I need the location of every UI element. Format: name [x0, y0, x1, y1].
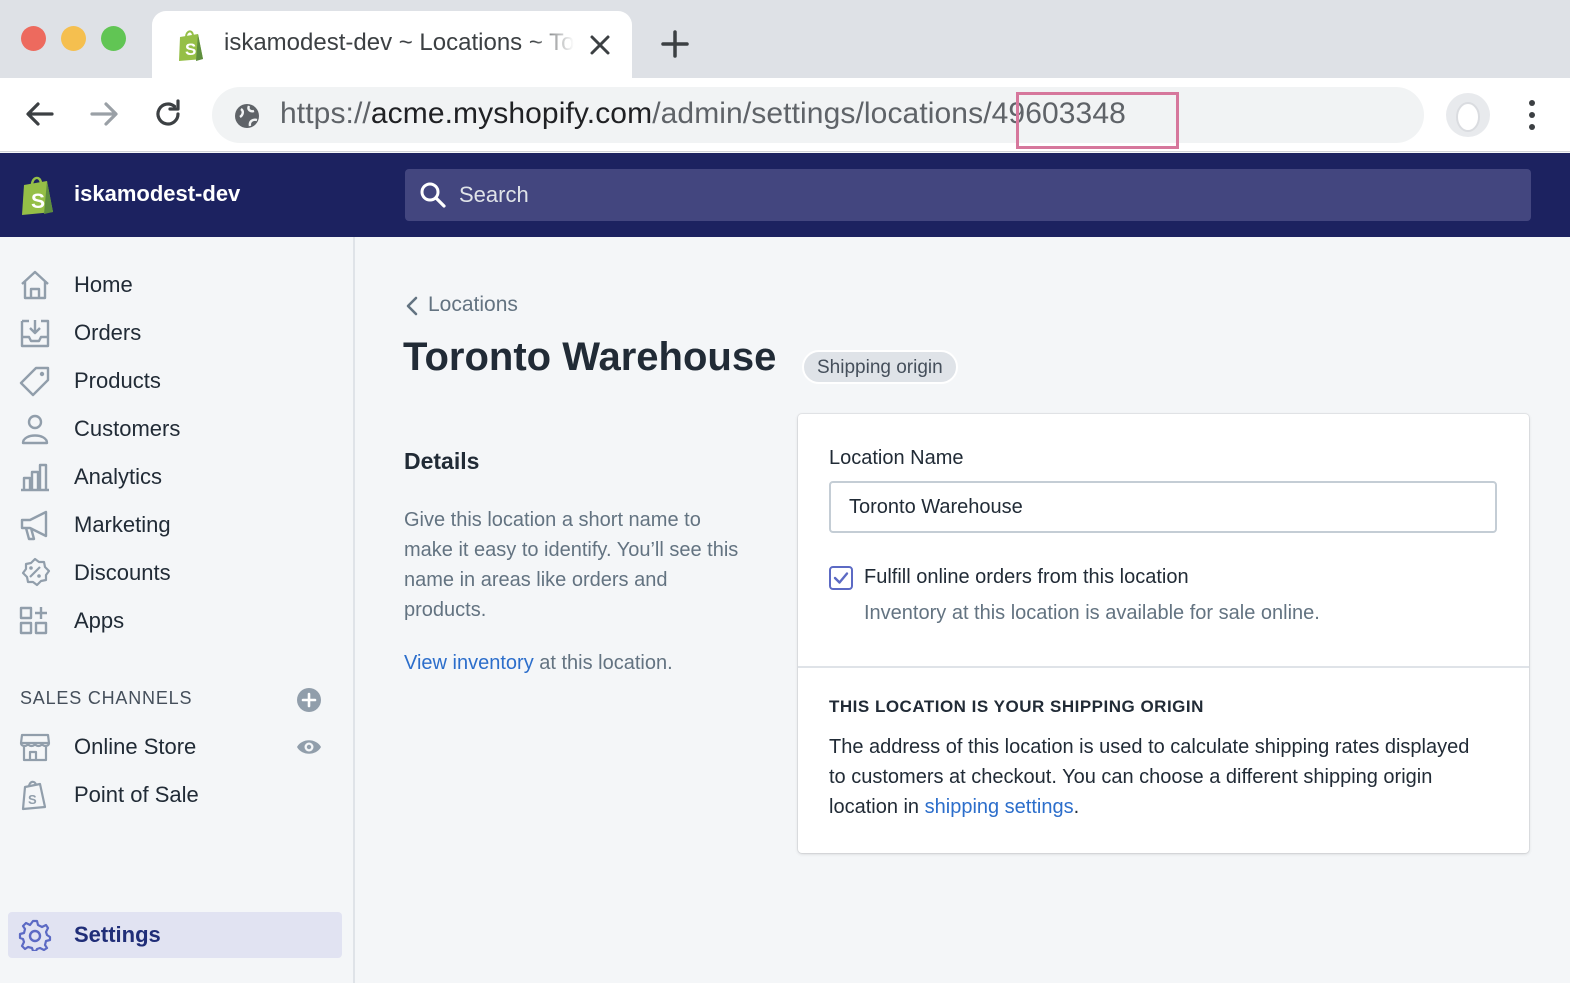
- maximize-window-button[interactable]: [101, 26, 126, 51]
- fulfill-online-checkbox[interactable]: [829, 566, 853, 590]
- pos-icon: S: [21, 780, 47, 811]
- sidebar-item-label: Apps: [74, 608, 125, 633]
- chevron-left-icon: [406, 296, 418, 316]
- sidebar-item-label: Products: [74, 368, 161, 393]
- tag-icon: [19, 366, 50, 397]
- admin-topbar: S iskamodest-dev: [0, 153, 1570, 237]
- home-icon: [21, 270, 49, 300]
- card-divider: [798, 666, 1529, 668]
- sidebar-item-customers[interactable]: Customers: [8, 406, 342, 452]
- gear-icon: [18, 919, 52, 951]
- url-prefix: https://: [280, 97, 371, 130]
- search-input[interactable]: [459, 169, 1519, 221]
- sidebar-item-label: Analytics: [74, 464, 163, 489]
- breadcrumb-label: Locations: [428, 293, 518, 316]
- status-badge: Shipping origin: [802, 350, 958, 384]
- view-inventory-link[interactable]: View inventory: [404, 652, 534, 674]
- sidebar-item-label: Settings: [74, 922, 161, 947]
- sidebar-item-home[interactable]: Home: [8, 262, 342, 308]
- minimize-window-button[interactable]: [61, 26, 86, 51]
- checkmark-icon: [833, 572, 849, 584]
- megaphone-icon: [20, 510, 48, 541]
- sidebar-item-point-of-sale[interactable]: S Point of Sale: [8, 772, 342, 818]
- location-name-label: Location Name: [829, 447, 964, 469]
- sidebar-item-label: Orders: [74, 320, 142, 345]
- location-name-field[interactable]: [829, 481, 1497, 533]
- sidebar-item-orders[interactable]: Orders: [8, 310, 342, 356]
- avatar-icon: [1456, 102, 1480, 132]
- sales-channels-heading: SALES CHANNELS: [20, 688, 193, 708]
- view-inventory-suffix: at this location.: [533, 652, 673, 674]
- fulfill-online-label[interactable]: Fulfill online orders from this location: [864, 566, 1189, 589]
- shopify-favicon-icon: S: [179, 30, 203, 61]
- close-tab-icon[interactable]: [586, 31, 614, 59]
- details-description: Give this location a short name to make …: [404, 509, 739, 621]
- profile-avatar[interactable]: [1446, 93, 1490, 137]
- tab-title: iskamodest-dev ~ Locations ~ Toronto War…: [224, 29, 574, 56]
- location-card: Location Name Fulfill online orders from…: [798, 414, 1529, 853]
- shop-name[interactable]: iskamodest-dev: [74, 181, 240, 207]
- sidebar-item-label: Point of Sale: [74, 782, 199, 807]
- shopify-logo-icon: S: [22, 176, 53, 215]
- back-arrow-icon[interactable]: [22, 96, 58, 132]
- shipping-settings-link[interactable]: shipping settings: [925, 796, 1074, 818]
- apps-icon: [19, 606, 48, 635]
- sidebar-item-label: Customers: [74, 416, 181, 441]
- sidebar-item-label: Online Store: [74, 734, 197, 759]
- globe-icon: [235, 104, 259, 128]
- sidebar-item-label: Discounts: [74, 560, 171, 585]
- shipping-origin-text: The address of this location is used to …: [829, 732, 1489, 822]
- page-title: Toronto Warehouse: [403, 335, 777, 379]
- orders-icon: [20, 319, 50, 348]
- sidebar-item-marketing[interactable]: Marketing: [8, 502, 342, 548]
- browser-tab-bar: S iskamodest-dev ~ Locations ~ Toronto W…: [0, 0, 1570, 79]
- search-bar[interactable]: [405, 169, 1531, 221]
- sidebar-item-products[interactable]: Products: [8, 358, 342, 404]
- bar-chart-icon: [21, 463, 49, 492]
- view-inventory-line: View inventory at this location.: [404, 648, 673, 678]
- add-channel-icon[interactable]: [296, 687, 322, 713]
- new-tab-icon[interactable]: [660, 29, 690, 59]
- sidebar-item-settings[interactable]: Settings: [8, 912, 342, 958]
- person-icon: [21, 414, 49, 445]
- browser-menu-icon[interactable]: [1518, 96, 1546, 134]
- shipping-origin-period: .: [1073, 796, 1080, 818]
- search-icon: [420, 182, 446, 208]
- svg-text:S: S: [28, 792, 37, 807]
- address-bar[interactable]: https://acme.myshopify.com/admin/setting…: [212, 87, 1424, 149]
- sidebar-item-analytics[interactable]: Analytics: [8, 454, 342, 500]
- url-path: /admin/settings/locations: [652, 97, 984, 130]
- fulfill-online-help: Inventory at this location is available …: [864, 602, 1320, 624]
- sidebar-item-label: Home: [74, 272, 133, 297]
- sidebar-item-apps[interactable]: Apps: [8, 598, 342, 644]
- svg-text:S: S: [31, 190, 45, 213]
- close-window-button[interactable]: [21, 26, 46, 51]
- url-id-highlight: [1016, 92, 1179, 149]
- svg-text:S: S: [185, 40, 196, 59]
- shipping-origin-heading: THIS LOCATION IS YOUR SHIPPING ORIGIN: [829, 697, 1204, 716]
- eye-icon[interactable]: [296, 737, 322, 757]
- url-host: acme.myshopify.com: [370, 97, 653, 130]
- sidebar-item-online-store[interactable]: Online Store: [8, 724, 342, 770]
- browser-toolbar: https://acme.myshopify.com/admin/setting…: [0, 78, 1570, 152]
- sidebar-item-discounts[interactable]: Discounts: [8, 550, 342, 596]
- details-heading: Details: [404, 448, 480, 474]
- browser-tab[interactable]: S iskamodest-dev ~ Locations ~ Toronto W…: [152, 11, 632, 79]
- discount-icon: [21, 557, 51, 587]
- url-text: https://acme.myshopify.com/admin/setting…: [280, 92, 1179, 149]
- reload-icon[interactable]: [150, 96, 186, 132]
- sidebar: Home Orders Products Customers Analytics…: [0, 237, 355, 983]
- sidebar-item-label: Marketing: [74, 512, 171, 537]
- forward-arrow-icon[interactable]: [86, 96, 122, 132]
- store-icon: [19, 733, 51, 762]
